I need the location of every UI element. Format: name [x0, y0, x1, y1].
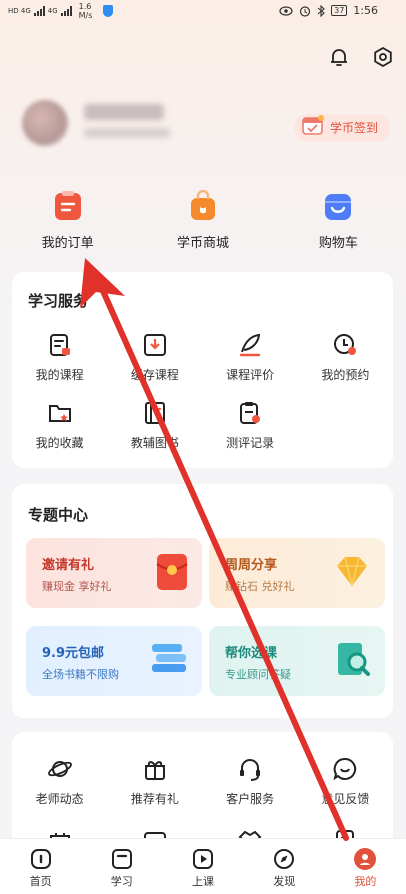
- books-icon: [152, 644, 186, 672]
- tab-discover[interactable]: 发现: [244, 839, 325, 894]
- bottom-tab-bar: 首页 学习 上课 发现 我的: [0, 838, 406, 894]
- feedback-icon: [333, 757, 357, 781]
- network-label-2: 4G: [47, 7, 58, 15]
- free-shipping-subtitle: 全场书籍不限购: [42, 668, 119, 681]
- quick-actions: 我的订单 学币商城 购物车: [0, 190, 406, 251]
- cart-icon: [325, 194, 352, 220]
- course-advice-subtitle: 专业顾问答疑: [225, 668, 291, 681]
- clock-time: 1:56: [353, 4, 378, 17]
- status-bar: HD 4G 4G 1.6 M/s 37 1:56: [0, 0, 406, 24]
- course-review-label: 课程评价: [226, 368, 275, 382]
- topic-center-card: 专题中心 邀请有礼 赚现金 享好礼 周周分享 赚钻石 兑好礼 9.9元包邮 全场…: [12, 484, 393, 718]
- feedback-label: 意见反馈: [321, 792, 370, 806]
- bluetooth-icon: [317, 4, 325, 17]
- user-id-blurred: [84, 128, 170, 138]
- topic-center-title: 专题中心: [28, 506, 89, 524]
- compass-icon: [274, 849, 295, 869]
- customer-service-label: 客户服务: [226, 792, 275, 806]
- gift-icon: [144, 761, 165, 780]
- free-shipping-promo-card[interactable]: 9.9元包邮 全场书籍不限购: [26, 626, 202, 696]
- search-book-icon: [338, 643, 370, 676]
- free-shipping-title: 9.9元包邮: [42, 646, 105, 661]
- learning-services-title: 学习服务: [28, 292, 89, 310]
- course-advice-promo-card[interactable]: 帮你选课 专业顾问答疑: [209, 626, 385, 696]
- my-orders-label: 我的订单: [41, 236, 94, 251]
- my-appointments-label: 我的预约: [321, 368, 370, 382]
- me-icon: [354, 848, 377, 870]
- reference-books-button[interactable]: 教辅图书: [107, 400, 202, 451]
- my-appointments-button[interactable]: 我的预约: [298, 332, 393, 383]
- weekly-share-subtitle: 赚钻石 兑好礼: [225, 580, 295, 593]
- weekly-share-promo-card[interactable]: 周周分享 赚钻石 兑好礼: [209, 538, 385, 608]
- tab-class[interactable]: 上课: [162, 839, 243, 894]
- tab-me-label: 我的: [354, 875, 377, 888]
- tab-home-label: 首页: [29, 875, 52, 888]
- assessment-records-label: 测评记录: [226, 436, 275, 450]
- tab-class-label: 上课: [192, 875, 214, 888]
- course-icon: [49, 334, 70, 356]
- cached-courses-label: 缓存课程: [130, 368, 179, 382]
- course-review-button[interactable]: 课程评价: [203, 332, 298, 383]
- network-label-1: HD 4G: [8, 7, 31, 15]
- coin-mall-label: 学币商城: [176, 236, 229, 251]
- tab-discover-label: 发现: [273, 875, 296, 888]
- invite-promo-card[interactable]: 邀请有礼 赚现金 享好礼: [26, 538, 202, 608]
- coin-mall-button[interactable]: 学币商城: [135, 190, 270, 251]
- headset-icon: [240, 759, 261, 781]
- course-advice-title: 帮你选课: [225, 646, 278, 661]
- tab-me[interactable]: 我的: [325, 839, 406, 894]
- order-icon: [54, 191, 81, 220]
- user-name-blurred: [84, 104, 164, 120]
- clipboard-icon: [240, 402, 261, 424]
- signal-icon-2: [60, 6, 72, 16]
- my-favorites-button[interactable]: 我的收藏: [12, 400, 107, 451]
- checkin-label: 学币签到: [329, 121, 378, 135]
- tab-study[interactable]: 学习: [81, 839, 162, 894]
- invite-promo-subtitle: 赚现金 享好礼: [42, 580, 112, 593]
- play-icon: [193, 849, 213, 869]
- bell-icon[interactable]: [328, 46, 350, 68]
- download-icon: [143, 334, 166, 356]
- checkin-button[interactable]: 学币签到: [293, 114, 390, 142]
- avatar[interactable]: [22, 100, 68, 146]
- cart-label: 购物车: [318, 236, 358, 251]
- invite-promo-title: 邀请有礼: [42, 558, 95, 573]
- teacher-updates-label: 老师动态: [35, 792, 84, 806]
- book-icon: [144, 402, 165, 424]
- feedback-button[interactable]: 意见反馈: [298, 756, 393, 807]
- network-speed: 1.6 M/s: [78, 2, 93, 20]
- planet-icon: [47, 761, 72, 777]
- assessment-records-button[interactable]: 测评记录: [203, 400, 298, 451]
- teacher-updates-button[interactable]: 老师动态: [12, 756, 107, 807]
- tab-study-label: 学习: [110, 875, 133, 888]
- cached-courses-button[interactable]: 缓存课程: [107, 332, 202, 383]
- my-courses-button[interactable]: 我的课程: [12, 332, 107, 383]
- reference-books-label: 教辅图书: [130, 436, 179, 450]
- eye-icon: [279, 5, 293, 16]
- cart-button[interactable]: 购物车: [271, 190, 406, 251]
- shield-icon: [103, 5, 114, 17]
- quill-icon: [239, 333, 261, 357]
- battery-indicator: 37: [331, 5, 348, 16]
- learning-services-card: 学习服务 我的课程 缓存课程 课程评价 我的预约 我的收藏 教辅图书 测评记录: [12, 272, 393, 468]
- alarm-icon: [300, 5, 311, 17]
- red-envelope-icon: [156, 554, 188, 590]
- signal-icon: [33, 6, 45, 16]
- referral-gift-button[interactable]: 推荐有礼: [107, 756, 202, 807]
- folder-star-icon: [48, 405, 71, 422]
- shop-bag-icon: [190, 190, 215, 220]
- my-courses-label: 我的课程: [35, 368, 84, 382]
- calendar-icon: [302, 115, 324, 135]
- gear-icon[interactable]: [372, 46, 394, 68]
- customer-service-button[interactable]: 客户服务: [203, 756, 298, 807]
- referral-gift-label: 推荐有礼: [130, 792, 179, 806]
- study-icon: [111, 849, 132, 869]
- tab-home[interactable]: 首页: [0, 839, 81, 894]
- my-favorites-label: 我的收藏: [35, 436, 84, 450]
- my-orders-button[interactable]: 我的订单: [0, 190, 135, 251]
- home-icon: [30, 849, 51, 869]
- diamond-icon: [337, 556, 367, 587]
- weekly-share-title: 周周分享: [225, 558, 278, 573]
- clock-icon: [334, 334, 357, 355]
